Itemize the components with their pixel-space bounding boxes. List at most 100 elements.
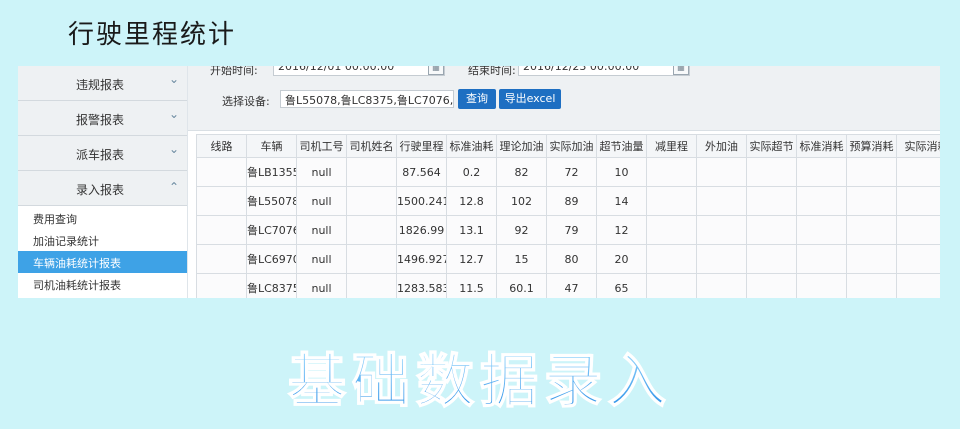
sidebar-group-label: 报警报表 bbox=[76, 113, 125, 127]
table-cell: 65 bbox=[596, 273, 647, 298]
report-table: 线路 车辆 司机工号 司机姓名 行驶里程 标准油耗 理论加油 实际加油 超节油量… bbox=[196, 134, 940, 298]
column-header[interactable]: 减里程 bbox=[646, 134, 697, 158]
table-cell: 92 bbox=[496, 215, 547, 245]
banner-text: 基础数据录入 bbox=[288, 347, 672, 415]
column-header[interactable]: 超节油量 bbox=[596, 134, 647, 158]
column-header[interactable]: 行驶里程 bbox=[396, 134, 447, 158]
sidebar-group-label: 录入报表 bbox=[76, 183, 125, 197]
table-cell: 1500.241 bbox=[396, 186, 447, 216]
sidebar-item-label: 加油记录统计 bbox=[33, 235, 99, 248]
table-cell bbox=[846, 157, 897, 187]
column-header[interactable]: 标准消耗 bbox=[796, 134, 847, 158]
sidebar-item-driver-fuel-report[interactable]: 司机油耗统计报表 bbox=[18, 273, 187, 295]
sidebar-item-expense-query[interactable]: 费用查询 bbox=[18, 207, 187, 229]
table-header-row: 线路 车辆 司机工号 司机姓名 行驶里程 标准油耗 理论加油 实际加油 超节油量… bbox=[196, 134, 940, 158]
table-cell bbox=[746, 186, 797, 216]
column-header[interactable]: 外加油 bbox=[696, 134, 747, 158]
sidebar-group-alarm[interactable]: 报警报表 ⌄ bbox=[18, 101, 187, 136]
table-cell: 14 bbox=[596, 186, 647, 216]
table-cell: 13.1 bbox=[446, 215, 497, 245]
sidebar-group-label: 派车报表 bbox=[76, 148, 125, 162]
table-cell bbox=[746, 244, 797, 274]
table-cell bbox=[796, 157, 847, 187]
chevron-down-icon: ⌄ bbox=[168, 72, 179, 86]
table-cell: 20 bbox=[596, 244, 647, 274]
column-header[interactable]: 司机姓名 bbox=[346, 134, 397, 158]
table-cell bbox=[796, 215, 847, 245]
table-cell bbox=[696, 157, 747, 187]
table-cell bbox=[196, 186, 247, 216]
table-cell bbox=[746, 273, 797, 298]
sidebar-group-label: 违规报表 bbox=[76, 78, 125, 92]
end-time-input[interactable]: 2016/12/23 00:00:00 bbox=[518, 66, 690, 76]
table-cell bbox=[896, 215, 940, 245]
table-cell: 0.2 bbox=[446, 157, 497, 187]
table-cell bbox=[346, 215, 397, 245]
export-excel-button[interactable]: 导出excel bbox=[499, 89, 561, 109]
sidebar-item-label: 费用查询 bbox=[33, 213, 77, 226]
sidebar-group-dispatch[interactable]: 派车报表 ⌄ bbox=[18, 136, 187, 171]
table-cell: 87.564 bbox=[396, 157, 447, 187]
table-cell bbox=[646, 273, 697, 298]
table-cell: 鲁LC7076 bbox=[246, 215, 297, 245]
banner-title: 基础数据录入 bbox=[287, 346, 672, 416]
filter-panel: 开始时间: 2016/12/01 00:00:00 ▦ 结束时间: 2016/1… bbox=[188, 66, 940, 131]
table-cell: 60.1 bbox=[496, 273, 547, 298]
table-cell bbox=[646, 157, 697, 187]
table-cell: null bbox=[296, 244, 347, 274]
column-header[interactable]: 司机工号 bbox=[296, 134, 347, 158]
chevron-up-icon: ⌃ bbox=[168, 180, 179, 194]
table-row[interactable]: 鲁LC8375 null 1283.583 11.5 60.1 47 65 bbox=[196, 273, 940, 298]
table-cell bbox=[646, 186, 697, 216]
sidebar: 违规报表 ⌄ 报警报表 ⌄ 派车报表 ⌄ 录入报表 ⌃ 费用查询 加油记录统计 … bbox=[18, 66, 188, 298]
table-cell bbox=[846, 215, 897, 245]
sidebar-group-entry[interactable]: 录入报表 ⌃ bbox=[18, 171, 187, 206]
table-cell: 鲁LB1355 bbox=[246, 157, 297, 187]
table-cell bbox=[196, 157, 247, 187]
table-cell: 47 bbox=[546, 273, 597, 298]
start-time-input[interactable]: 2016/12/01 00:00:00 bbox=[273, 66, 445, 76]
table-cell bbox=[696, 215, 747, 245]
column-header[interactable]: 车辆 bbox=[246, 134, 297, 158]
column-header[interactable]: 实际消耗 bbox=[896, 134, 940, 158]
table-cell: 鲁LC6970 bbox=[246, 244, 297, 274]
table-cell: 12 bbox=[596, 215, 647, 245]
sidebar-item-refuel-stats[interactable]: 加油记录统计 bbox=[18, 229, 187, 251]
table-cell bbox=[846, 244, 897, 274]
table-cell: 鲁L55078 bbox=[246, 186, 297, 216]
table-cell bbox=[896, 157, 940, 187]
report-screenshot: 违规报表 ⌄ 报警报表 ⌄ 派车报表 ⌄ 录入报表 ⌃ 费用查询 加油记录统计 … bbox=[18, 66, 940, 298]
sidebar-item-vehicle-fuel-report[interactable]: 车辆油耗统计报表 bbox=[18, 251, 187, 273]
table-row[interactable]: 鲁LC6970 null 1496.927 12.7 15 80 20 bbox=[196, 244, 940, 274]
table-cell bbox=[196, 244, 247, 274]
table-cell bbox=[746, 157, 797, 187]
column-header[interactable]: 预算消耗 bbox=[846, 134, 897, 158]
device-select-input[interactable]: 鲁L55078,鲁LC8375,鲁LC7076,鲁LC bbox=[280, 90, 454, 108]
table-cell bbox=[196, 273, 247, 298]
calendar-icon[interactable]: ▦ bbox=[673, 66, 689, 75]
table-cell bbox=[696, 186, 747, 216]
chevron-down-icon: ⌄ bbox=[168, 142, 179, 156]
column-header[interactable]: 实际加油 bbox=[546, 134, 597, 158]
table-cell bbox=[796, 244, 847, 274]
table-cell: 72 bbox=[546, 157, 597, 187]
calendar-icon[interactable]: ▦ bbox=[428, 66, 444, 75]
table-cell: null bbox=[296, 157, 347, 187]
table-cell: 1283.583 bbox=[396, 273, 447, 298]
table-cell: 1826.99 bbox=[396, 215, 447, 245]
sidebar-group-violation[interactable]: 违规报表 ⌄ bbox=[18, 66, 187, 101]
column-header[interactable]: 理论加油 bbox=[496, 134, 547, 158]
table-cell bbox=[796, 186, 847, 216]
table-row[interactable]: 鲁LB1355 null 87.564 0.2 82 72 10 bbox=[196, 157, 940, 187]
table-cell bbox=[346, 186, 397, 216]
table-cell: 80 bbox=[546, 244, 597, 274]
table-row[interactable]: 鲁L55078 null 1500.241 12.8 102 89 14 bbox=[196, 186, 940, 216]
column-header[interactable]: 线路 bbox=[196, 134, 247, 158]
table-cell bbox=[646, 244, 697, 274]
column-header[interactable]: 实际超节 bbox=[746, 134, 797, 158]
table-cell bbox=[846, 186, 897, 216]
chevron-down-icon: ⌄ bbox=[168, 107, 179, 121]
query-button[interactable]: 查询 bbox=[458, 89, 496, 109]
column-header[interactable]: 标准油耗 bbox=[446, 134, 497, 158]
table-row[interactable]: 鲁LC7076 null 1826.99 13.1 92 79 12 bbox=[196, 215, 940, 245]
